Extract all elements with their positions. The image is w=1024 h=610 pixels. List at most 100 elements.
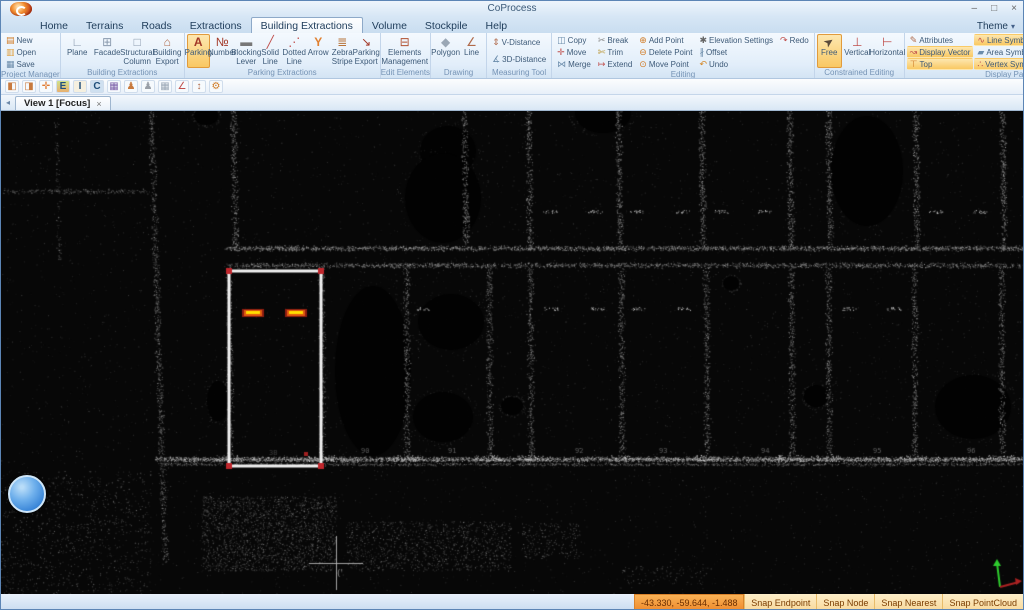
move-icon: ✛ (557, 48, 565, 57)
arrow-button[interactable]: YArrow (307, 34, 330, 68)
top-button[interactable]: ⊤Top (907, 58, 974, 70)
delete-point-button[interactable]: ⊖Delete Point (636, 46, 695, 58)
operator-add-icon[interactable]: ♟ (124, 80, 138, 93)
3d-distance-button[interactable]: ∡3D-Distance (489, 54, 549, 66)
display-vector-button[interactable]: ↝Display Vector (907, 46, 974, 58)
quick-access-toolbar: ◧ ◨ ✛ E I C ▦ ♟ ♟ ▦ ∠ ↕ ⚙ (1, 79, 1023, 95)
rgb-mode-icon[interactable]: ▦ (107, 80, 121, 93)
merge-icon: ⋈ (557, 60, 566, 69)
document-tab-strip: ◂ View 1 [Focus] × (1, 95, 1023, 111)
v-distance-icon: ⇕ (492, 38, 500, 47)
view-tab[interactable]: View 1 [Focus] × (15, 96, 111, 110)
solid-line-button[interactable]: ╱Solid Line (259, 34, 282, 68)
copy-icon: ◫ (557, 36, 566, 45)
building-extractions-group-label: Building Extractions (61, 68, 184, 78)
building-export-button[interactable]: ⌂Building Export (153, 34, 182, 68)
break-icon: ✂ (598, 36, 606, 45)
elevation-mode-icon[interactable]: E (56, 80, 70, 93)
height-tool-icon[interactable]: ↕ (192, 80, 206, 93)
viewport-split-icon[interactable]: ◨ (22, 80, 36, 93)
save-button[interactable]: ▦Save (3, 58, 39, 70)
parking-button[interactable]: AParking (187, 34, 210, 68)
intensity-mode-icon[interactable]: I (73, 80, 87, 93)
area-symbol-button[interactable]: ▰Area Symbol (974, 46, 1024, 58)
operator-icon[interactable]: ♟ (141, 80, 155, 93)
tab-scroll-left-icon[interactable]: ◂ (1, 96, 15, 110)
break-button[interactable]: ✂Break (595, 34, 635, 46)
vertex-symbol-button[interactable]: ∴Vertex Symbol (974, 58, 1024, 70)
snap-node-toggle[interactable]: Snap Node (816, 594, 874, 610)
polygon-button[interactable]: ◆Polygon (433, 34, 458, 68)
point-cloud-canvas[interactable] (1, 111, 1024, 594)
settings-gear-icon[interactable]: ⚙ (209, 80, 223, 93)
line-symbol-icon: ∿ (977, 36, 985, 45)
facade-button[interactable]: ⊞Facade (93, 34, 122, 68)
group-building-extractions: ∟Plane ⊞Facade □Structural Column ⌂Build… (61, 33, 185, 78)
tab-stockpile[interactable]: Stockpile (416, 18, 477, 33)
add-point-icon: ⊕ (639, 36, 647, 45)
new-button[interactable]: ▤New (3, 34, 39, 46)
tab-building-extractions[interactable]: Building Extractions (251, 17, 363, 33)
minimize-button[interactable]: – (972, 2, 978, 15)
line-button[interactable]: ∠Line (459, 34, 484, 68)
theme-menu[interactable]: Theme ▾ (977, 21, 1015, 32)
zebra-stripe-button[interactable]: ≣Zebra Stripe (331, 34, 354, 68)
move-button[interactable]: ✛Move (554, 46, 594, 58)
restore-button[interactable]: □ (991, 2, 997, 15)
classification-mode-icon[interactable]: C (90, 80, 104, 93)
navigation-ball[interactable] (8, 475, 46, 513)
tab-volume[interactable]: Volume (363, 18, 416, 33)
display-pane-group-label: Display Pane (905, 70, 1024, 78)
elements-management-button[interactable]: ⊟Elements Management (383, 34, 427, 68)
editing-group-label: Editing (552, 70, 814, 78)
tab-help[interactable]: Help (477, 18, 517, 33)
undo-button[interactable]: ↶Undo (696, 58, 776, 70)
area-symbol-icon: ▰ (977, 48, 984, 57)
v-distance-button[interactable]: ⇕V-Distance (489, 37, 549, 49)
vertical-button[interactable]: ⊥Vertical (843, 34, 872, 68)
tab-extractions[interactable]: Extractions (181, 18, 251, 33)
close-button[interactable]: × (1011, 2, 1017, 15)
group-display-pane: ✎Attributes ↝Display Vector ⊤Top ∿Line S… (905, 33, 1024, 78)
constrained-editing-group-label: Constrained Editing (815, 68, 904, 78)
fit-view-icon[interactable]: ✛ (39, 80, 53, 93)
horizontal-button[interactable]: ⊢Horizontal (873, 34, 902, 68)
copy-button[interactable]: ◫Copy (554, 34, 594, 46)
merge-button[interactable]: ⋈Merge (554, 58, 594, 70)
tab-terrains[interactable]: Terrains (77, 18, 132, 33)
viewport-single-icon[interactable]: ◧ (5, 80, 19, 93)
parking-export-button[interactable]: ↘Parking Export (355, 34, 378, 68)
point-cloud-viewport[interactable] (1, 111, 1024, 594)
attributes-button[interactable]: ✎Attributes (907, 34, 974, 46)
application-window: CoProcess – □ × Home Terrains Roads Extr… (0, 0, 1024, 610)
theme-label: Theme (977, 21, 1008, 32)
open-button[interactable]: ▥Open (3, 46, 39, 58)
measuring-tool-group-label: Measuring Tool (487, 68, 551, 78)
free-button[interactable]: ➤Free (817, 34, 842, 68)
snap-pointcloud-toggle[interactable]: Snap PointCloud (942, 594, 1023, 610)
snap-nearest-toggle[interactable]: Snap Nearest (874, 594, 942, 610)
trim-button[interactable]: ✄Trim (595, 46, 635, 58)
offset-button[interactable]: ∦Offset (696, 46, 776, 58)
plane-button[interactable]: ∟Plane (63, 34, 92, 68)
view-tab-close-icon[interactable]: × (96, 99, 101, 109)
dotted-line-button[interactable]: ⋰Dotted Line (283, 34, 306, 68)
elevation-settings-button[interactable]: ✱Elevation Settings (696, 34, 776, 46)
extend-button[interactable]: ↦Extend (595, 58, 635, 70)
ribbon-tab-row: Home Terrains Roads Extractions Building… (1, 17, 1023, 33)
trim-icon: ✄ (598, 48, 606, 57)
redo-button[interactable]: ↷Redo (777, 34, 812, 46)
move-point-icon: ⊙ (639, 60, 647, 69)
blocking-lever-button[interactable]: ▬Blocking Lever (235, 34, 258, 68)
offset-icon: ∦ (699, 48, 704, 57)
move-point-button[interactable]: ⊙Move Point (636, 58, 695, 70)
snap-endpoint-toggle[interactable]: Snap Endpoint (744, 594, 816, 610)
line-symbol-button[interactable]: ∿Line Symbol (974, 34, 1024, 46)
angle-tool-icon[interactable]: ∠ (175, 80, 189, 93)
add-point-button[interactable]: ⊕Add Point (636, 34, 695, 46)
selection-grid-icon[interactable]: ▦ (158, 80, 172, 93)
structural-column-button[interactable]: □Structural Column (123, 34, 152, 68)
tab-roads[interactable]: Roads (132, 18, 180, 33)
chevron-down-icon: ▾ (1011, 22, 1015, 31)
tab-home[interactable]: Home (31, 18, 77, 33)
